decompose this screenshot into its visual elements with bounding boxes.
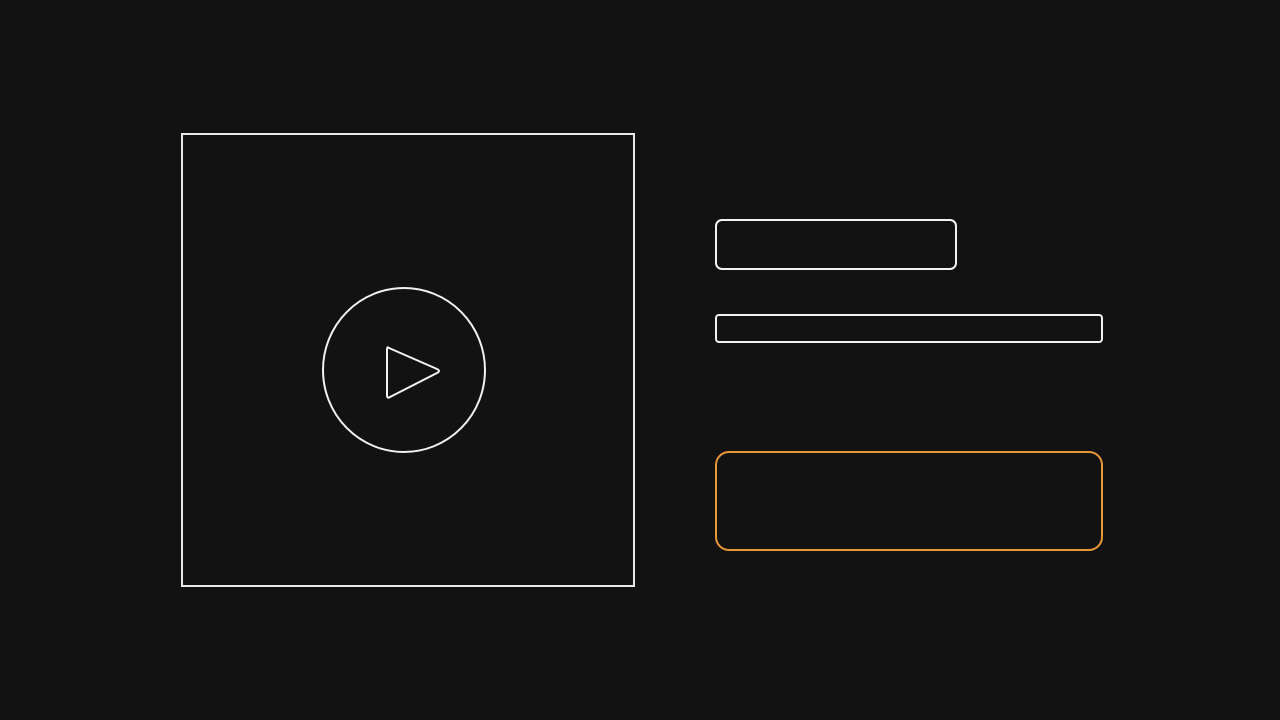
video-frame[interactable] xyxy=(181,133,635,587)
title-placeholder xyxy=(715,219,957,270)
play-icon xyxy=(322,287,486,453)
subtitle-placeholder xyxy=(715,314,1103,343)
action-button[interactable] xyxy=(715,451,1103,551)
page xyxy=(0,0,1280,720)
play-button[interactable] xyxy=(322,287,486,453)
